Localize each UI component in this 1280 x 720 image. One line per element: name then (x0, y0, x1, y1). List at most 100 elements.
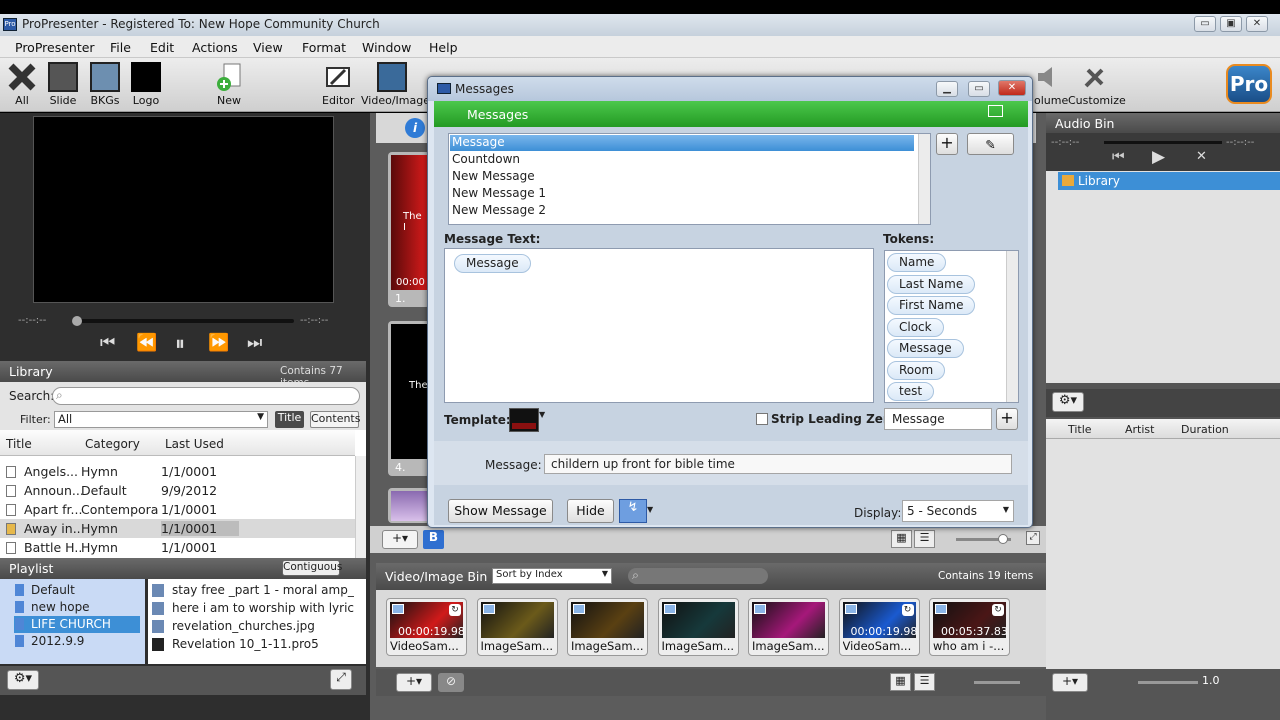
playlist-file[interactable]: Revelation 10_1-11.pro5 (152, 636, 354, 653)
video-image-button[interactable]: Video/Image (361, 62, 430, 107)
library-row[interactable]: Apart fr... Contemporar 1/1/0001 (0, 500, 365, 519)
slide-thumbnail-7[interactable] (388, 488, 430, 523)
column-title[interactable]: Title (1068, 423, 1092, 436)
skip-back-icon[interactable]: ⏮ (1112, 149, 1125, 165)
expand-icon[interactable]: ⤢ (330, 669, 352, 690)
menu-propresenter[interactable]: ProPresenter (15, 40, 95, 55)
token-item[interactable]: Room (887, 360, 946, 380)
info-icon[interactable]: i (405, 118, 425, 138)
slide-thumbnail-4[interactable]: The 4. (388, 321, 430, 476)
zoom-slider[interactable] (956, 534, 1011, 544)
library-row[interactable]: Announ... Default 9/9/2012 (0, 481, 365, 500)
playlist-item[interactable]: LIFE CHURCH (14, 616, 140, 633)
minimize-button[interactable]: ▭ (1194, 16, 1216, 32)
stop-x-icon[interactable]: ✕ (1196, 149, 1207, 164)
audio-scrubber[interactable] (1104, 141, 1222, 144)
playlist-item[interactable]: Default (14, 582, 140, 599)
token-item[interactable]: test (887, 382, 935, 401)
bin-thumbnail[interactable]: ↻ 00:00:19.98 VideoSam... (386, 598, 467, 656)
bible-icon[interactable]: B (423, 530, 444, 549)
strip-zeros-checkbox[interactable] (756, 413, 768, 425)
panel-toggle-icon[interactable] (988, 105, 1003, 117)
bin-thumbnail[interactable]: ↻ 00:00:19.98 VideoSam... (838, 598, 920, 656)
menu-actions[interactable]: Actions (192, 40, 238, 55)
message-list-item[interactable]: Message (450, 135, 914, 151)
list-view-icon[interactable]: ☰ (914, 530, 935, 548)
playlist-file[interactable]: here i am to worship with lyrics.m (152, 600, 354, 617)
sort-select[interactable]: Sort by Index ▼ (492, 568, 612, 584)
library-row[interactable]: Battle H... Hymn 1/1/0001 (0, 538, 365, 557)
fullscreen-icon[interactable]: ⤢ (1026, 531, 1040, 545)
column-duration[interactable]: Duration (1181, 423, 1229, 436)
display-select[interactable]: 5 - Seconds ▼ (902, 500, 1014, 522)
token-item[interactable]: First Name (887, 296, 976, 315)
list-view-icon[interactable]: ☰ (914, 673, 935, 691)
library-row[interactable]: Angels... Hymn 1/1/0001 (0, 462, 365, 481)
column-category[interactable]: Category (85, 437, 140, 451)
bin-thumbnail[interactable]: ImageSam... (476, 598, 558, 656)
template-swatch[interactable] (509, 408, 539, 432)
playlist-item[interactable]: new hope (14, 599, 140, 616)
gear-icon[interactable]: ⚙▾ (7, 670, 39, 690)
message-list-item[interactable]: Countdown (450, 152, 914, 168)
fast-forward-icon[interactable]: ⏩ (208, 333, 229, 353)
dialog-maximize-button[interactable]: ▭ (968, 81, 990, 97)
clear-all-button[interactable]: All (7, 62, 37, 107)
column-title[interactable]: Title (6, 437, 32, 451)
zoom-slider-handle[interactable] (998, 534, 1008, 544)
messages-list-scrollbar[interactable] (918, 134, 930, 224)
menu-file[interactable]: File (110, 40, 131, 55)
message-token[interactable]: Message (454, 254, 531, 273)
message-list-item[interactable]: New Message 1 (450, 186, 914, 202)
add-slide-button[interactable]: +▾ (382, 530, 418, 549)
dialog-minimize-button[interactable]: ▁ (936, 81, 958, 97)
dialog-close-button[interactable]: ✕ (998, 80, 1026, 96)
bin-thumbnail[interactable]: ImageSam... (748, 598, 829, 656)
play-icon[interactable]: ▶ (1152, 147, 1165, 167)
contents-filter-button[interactable]: Contents (310, 411, 360, 428)
playlist-item[interactable]: 2012.9.9 (14, 633, 140, 650)
message-list-item[interactable]: New Message (450, 169, 914, 185)
message-list-item[interactable]: New Message 2 (450, 203, 914, 219)
add-message-button[interactable]: + (936, 133, 958, 155)
skip-back-icon[interactable]: ⏮ (100, 333, 115, 353)
add-media-button[interactable]: +▾ (396, 673, 432, 692)
new-button[interactable]: New (214, 62, 244, 107)
bin-zoom-slider[interactable] (974, 681, 1020, 684)
skip-forward-icon[interactable]: ⏭ (247, 333, 262, 353)
bin-thumbnail[interactable]: ImageSam... (567, 598, 648, 656)
hide-button[interactable]: Hide (567, 499, 614, 523)
add-audio-button[interactable]: +▾ (1052, 673, 1088, 692)
disable-icon[interactable]: ⊘ (438, 673, 464, 692)
gear-icon[interactable]: ⚙▾ (1052, 392, 1084, 412)
bin-thumbnail[interactable]: ↻ 00:05:37.83 who am i -... (929, 598, 1010, 656)
volume-button[interactable]: olume (1034, 62, 1068, 107)
add-token-button[interactable]: + (996, 408, 1018, 430)
token-item[interactable]: Clock (887, 317, 944, 337)
transport-scrubber[interactable] (72, 316, 294, 326)
tokens-scrollbar[interactable] (1006, 251, 1018, 402)
clear-slide-button[interactable]: Slide (48, 62, 78, 107)
menu-view[interactable]: View (253, 40, 283, 55)
pause-icon[interactable]: ⏸ (175, 331, 185, 355)
message-input[interactable]: childern up front for bible time (544, 454, 1012, 474)
search-input[interactable]: ⌕ (52, 387, 360, 405)
show-message-button[interactable]: Show Message (448, 499, 553, 523)
token-item[interactable]: Message (887, 339, 964, 358)
column-last-used[interactable]: Last Used (165, 437, 224, 451)
library-row[interactable]: Away in... Hymn 1/1/0001 (0, 519, 365, 538)
menu-edit[interactable]: Edit (150, 40, 174, 55)
close-button[interactable]: ✕ (1246, 16, 1268, 32)
token-item[interactable]: Last Name (887, 274, 976, 294)
filter-select[interactable]: All ▼ (54, 411, 268, 428)
broadcast-icon[interactable]: ↯ (619, 499, 647, 523)
bin-thumbnail[interactable]: ImageSam... (657, 598, 739, 656)
logo-button[interactable]: Logo (131, 62, 161, 107)
editor-button[interactable]: Editor (322, 62, 355, 107)
grid-view-icon[interactable]: ▦ (890, 673, 911, 691)
bin-search-input[interactable]: ⌕ (628, 567, 768, 584)
column-artist[interactable]: Artist (1125, 423, 1154, 436)
message-text-editor[interactable]: Message (444, 248, 874, 403)
token-item[interactable]: Name (887, 253, 947, 272)
menu-help[interactable]: Help (429, 40, 458, 55)
